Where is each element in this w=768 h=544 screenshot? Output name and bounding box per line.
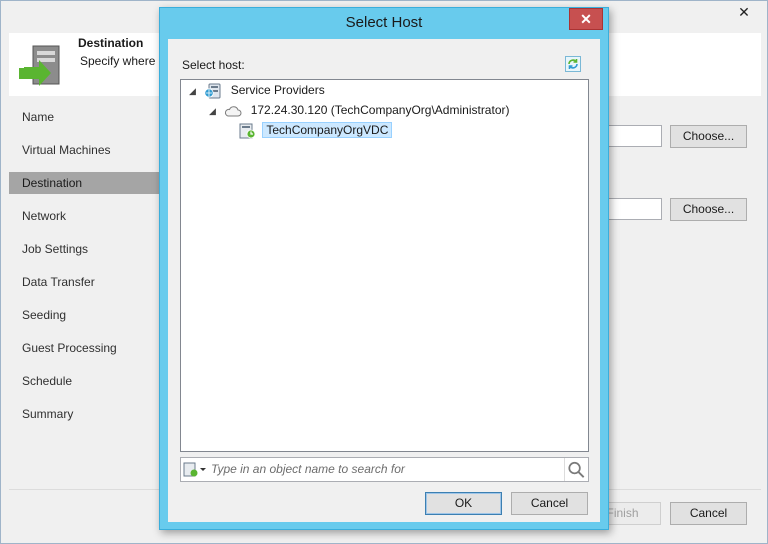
- header-title: Destination: [78, 36, 144, 50]
- wizard-steps: Name Virtual Machines Destination Networ…: [9, 97, 161, 489]
- choose-button-1[interactable]: Choose...: [670, 125, 747, 148]
- search-icon[interactable]: [564, 458, 588, 481]
- step-virtual-machines[interactable]: Virtual Machines: [9, 139, 161, 161]
- wizard-close-button[interactable]: ✕: [731, 3, 757, 21]
- collapse-triangle-icon[interactable]: ◢: [209, 101, 221, 121]
- refresh-icon[interactable]: [565, 56, 581, 72]
- step-data-transfer[interactable]: Data Transfer: [9, 271, 161, 293]
- search-input[interactable]: Type in an object name to search for: [211, 462, 405, 476]
- tree-node-label: Service Providers: [230, 83, 325, 97]
- host-tree[interactable]: ◢ Service Providers ◢ 172.24.30.120 (Tec…: [180, 79, 589, 452]
- wizard-cancel-button[interactable]: Cancel: [670, 502, 747, 525]
- tree-node-service-providers[interactable]: ◢ Service Providers: [189, 80, 328, 100]
- object-search-bar[interactable]: Type in an object name to search for: [180, 457, 589, 482]
- destination-arrow-server-icon: [19, 45, 60, 86]
- step-guest-processing[interactable]: Guest Processing: [9, 337, 161, 359]
- dialog-close-button[interactable]: ✕: [569, 8, 603, 30]
- tree-node-cloud-host[interactable]: ◢ 172.24.30.120 (TechCompanyOrg\Administ…: [209, 100, 512, 120]
- select-host-label: Select host:: [182, 58, 245, 72]
- dialog-body: Select host: ◢ Service Providers ◢ 172.2…: [168, 39, 600, 522]
- header-subtitle: Specify where r: [80, 54, 163, 68]
- ok-button[interactable]: OK: [425, 492, 502, 515]
- destination-field-2[interactable]: [601, 198, 662, 220]
- step-schedule[interactable]: Schedule: [9, 370, 161, 392]
- step-destination[interactable]: Destination: [9, 172, 161, 194]
- step-summary[interactable]: Summary: [9, 403, 161, 425]
- step-seeding[interactable]: Seeding: [9, 304, 161, 326]
- search-filter-dropdown-icon[interactable]: [183, 461, 207, 479]
- cloud-icon: [225, 106, 242, 117]
- collapse-triangle-icon[interactable]: ◢: [189, 81, 201, 101]
- dialog-cancel-button[interactable]: Cancel: [511, 492, 588, 515]
- vdc-icon: [239, 123, 256, 139]
- select-host-dialog: Select Host ✕ Select host: ◢ Service Pro…: [159, 7, 609, 530]
- choose-button-2[interactable]: Choose...: [670, 198, 747, 221]
- step-job-settings[interactable]: Job Settings: [9, 238, 161, 260]
- step-name[interactable]: Name: [9, 106, 161, 128]
- tree-node-label: TechCompanyOrgVDC: [262, 122, 393, 138]
- service-providers-icon: [204, 83, 221, 99]
- dialog-title: Select Host: [345, 14, 423, 31]
- tree-node-label: 172.24.30.120 (TechCompanyOrg\Administra…: [250, 103, 510, 117]
- step-network[interactable]: Network: [9, 205, 161, 227]
- tree-node-vdc[interactable]: TechCompanyOrgVDC: [239, 120, 393, 140]
- destination-field-1[interactable]: [601, 125, 662, 147]
